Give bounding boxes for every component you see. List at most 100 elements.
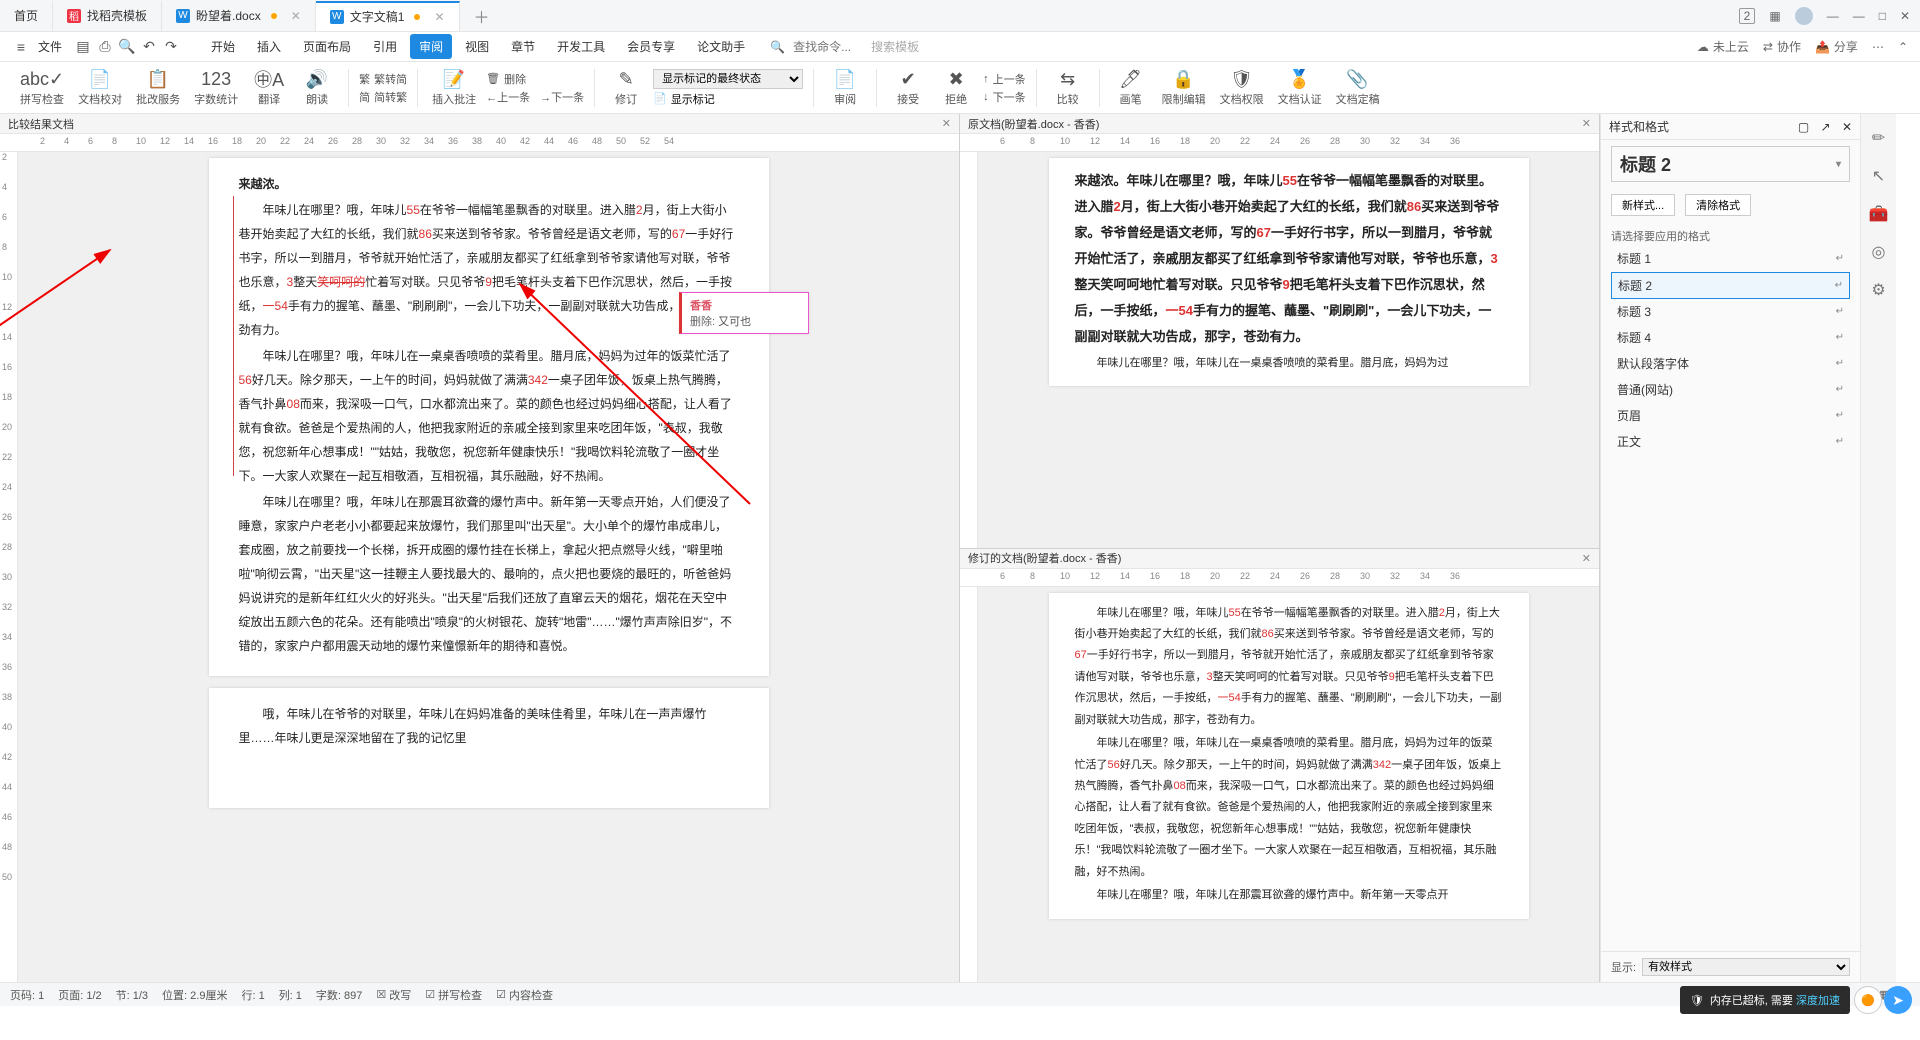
track-state-select[interactable]: 显示标记的最终状态 (653, 69, 803, 89)
current-style-display[interactable]: 标题 2 ▾ (1611, 146, 1850, 182)
menu-dev[interactable]: 开发工具 (548, 34, 614, 59)
pane-close-icon[interactable]: ✕ (1582, 552, 1591, 565)
rb-comment-next[interactable]: →下一条 (540, 89, 584, 105)
horizontal-ruler[interactable]: 681012141618202224262830323436 (960, 569, 1599, 587)
menu-section[interactable]: 章节 (502, 34, 544, 59)
compare-doc-scroll[interactable]: 来越浓。 年味儿在哪里？哦，年味儿55在爷爷一幅幅笔墨飘香的对联里。进入腊2月，… (18, 152, 959, 982)
status-track[interactable]: ☒改写 (376, 987, 411, 1003)
settings-icon[interactable]: ⚙ (1869, 280, 1889, 300)
rb-read[interactable]: 🔊朗读 (296, 68, 338, 107)
tab-close-icon[interactable]: ✕ (291, 9, 301, 23)
rb-pen[interactable]: 🖊画笔 (1110, 68, 1152, 107)
menu-thesis[interactable]: 论文助手 (688, 34, 754, 59)
undo-icon[interactable]: ↶ (140, 38, 158, 56)
toast-action-link[interactable]: 深度加速 (1796, 995, 1840, 1007)
status-section[interactable]: 节: 1/3 (116, 987, 148, 1003)
rb-accept[interactable]: ✔接受 (887, 68, 929, 107)
rb-compare[interactable]: ⇆比较 (1047, 68, 1089, 107)
close-window-icon[interactable]: ✕ (1900, 9, 1910, 23)
status-position[interactable]: 位置: 2.9厘米 (162, 987, 227, 1003)
style-item[interactable]: 普通(网站)↵ (1611, 377, 1850, 403)
grid-icon[interactable]: ▦ (1769, 9, 1780, 23)
style-item[interactable]: 页眉↵ (1611, 403, 1850, 429)
print-icon[interactable]: ⎙ (96, 38, 114, 56)
collab-button[interactable]: ⇄协作 (1763, 38, 1801, 55)
style-list[interactable]: 标题 1↵标题 2↵标题 3↵标题 4↵默认段落字体↵普通(网站)↵页眉↵正文↵ (1601, 246, 1860, 951)
menu-icon[interactable]: — (1827, 9, 1839, 23)
rb-doc-perm[interactable]: 🛡文档权限 (1216, 68, 1268, 107)
rb-translate[interactable]: ㊥A翻译 (248, 68, 290, 107)
revised-doc-scroll[interactable]: 年味儿在哪里？哦，年味儿55在爷爷一幅幅笔墨飘香的对联里。进入腊2月，街上大街小… (978, 587, 1599, 983)
share-button[interactable]: 📤分享 (1815, 38, 1858, 55)
display-filter-select[interactable]: 有效样式 (1642, 958, 1850, 976)
rb-trad-to-simp[interactable]: 简简转繁 (359, 89, 407, 105)
original-doc-scroll[interactable]: 来越浓。年味儿在哪里？哦，年味儿55在爷爷一幅幅笔墨飘香的对联里。进入腊2月，街… (978, 152, 1599, 548)
tab-new[interactable]: ＋ (460, 1, 504, 31)
clear-format-button[interactable]: 清除格式 (1685, 194, 1751, 216)
rb-doccheck[interactable]: 📄文档校对 (74, 68, 126, 107)
rb-comment-delete[interactable]: 🗑删除 (486, 71, 584, 87)
status-content[interactable]: ☑内容检查 (496, 987, 553, 1003)
vertical-ruler[interactable]: 2468101214161820222426283032343638404244… (0, 152, 18, 982)
maximize-icon[interactable]: □ (1879, 9, 1886, 23)
chevron-up-icon[interactable]: ⌃ (1898, 40, 1908, 54)
status-spell[interactable]: ☑拼写检查 (425, 987, 482, 1003)
rb-comment-prev[interactable]: ←上一条 (486, 89, 530, 105)
menu-insert[interactable]: 插入 (248, 34, 290, 59)
panel-task-icon[interactable]: ↗ (1821, 120, 1831, 134)
more-icon[interactable]: ⋯ (1872, 40, 1884, 54)
status-col[interactable]: 列: 1 (279, 987, 302, 1003)
rb-wordcount[interactable]: 123字数统计 (190, 68, 242, 107)
pane-close-icon[interactable]: ✕ (942, 117, 951, 130)
status-line[interactable]: 行: 1 (241, 987, 264, 1003)
memory-warning-toast[interactable]: 🛡 内存已超标, 需要 深度加速 (1680, 986, 1850, 1014)
vertical-ruler[interactable] (960, 587, 978, 983)
status-words[interactable]: 字数: 897 (316, 987, 362, 1003)
rb-restrict[interactable]: 🔒限制编辑 (1158, 68, 1210, 107)
user-avatar-icon[interactable] (1795, 7, 1813, 25)
panel-close-icon[interactable]: ✕ (1842, 120, 1852, 134)
app-logo-icon[interactable]: 🟠 (1854, 986, 1882, 1014)
command-search-input[interactable] (793, 40, 863, 54)
style-item[interactable]: 标题 3↵ (1611, 299, 1850, 325)
location-icon[interactable]: ◎ (1869, 242, 1889, 262)
rb-reject[interactable]: ✖拒绝 (935, 68, 977, 107)
rb-spellcheck[interactable]: abc✓拼写检查 (16, 68, 68, 107)
new-style-button[interactable]: 新样式... (1611, 194, 1675, 216)
template-search-link[interactable]: 搜索模板 (871, 38, 919, 55)
rb-approve[interactable]: 📋批改服务 (132, 68, 184, 107)
rb-simp-to-trad[interactable]: 繁繁转简 (359, 71, 407, 87)
rb-review-pane[interactable]: 📄审阅 (824, 68, 866, 107)
rb-change-next[interactable]: ↓下一条 (983, 89, 1026, 105)
tab-home[interactable]: 首页 (0, 1, 53, 31)
vertical-ruler[interactable] (960, 152, 978, 548)
horizontal-ruler[interactable]: 2468101214161820222426283032343638404244… (0, 134, 959, 152)
style-item[interactable]: 默认段落字体↵ (1611, 351, 1850, 377)
rb-track-changes[interactable]: ✎修订 (605, 68, 647, 107)
preview-icon[interactable]: 🔍 (118, 38, 136, 56)
redo-icon[interactable]: ↷ (162, 38, 180, 56)
menu-view[interactable]: 视图 (456, 34, 498, 59)
panel-options-icon[interactable]: ▢ (1798, 120, 1809, 134)
style-item[interactable]: 正文↵ (1611, 429, 1850, 455)
tab-doc2[interactable]: W 文字文稿1 ✕ (316, 1, 460, 31)
menu-file[interactable]: 文件 (38, 38, 62, 55)
show-marks-toggle[interactable]: 📄显示标记 (653, 91, 803, 107)
app-logo-icon[interactable]: ➤ (1884, 986, 1912, 1014)
hamburger-icon[interactable]: ≡ (12, 38, 30, 56)
revision-comment[interactable]: 香香 删除: 又可也 (679, 292, 809, 334)
menu-start[interactable]: 开始 (202, 34, 244, 59)
toolbox-icon[interactable]: 🧰 (1869, 204, 1889, 224)
rb-insert-comment[interactable]: 📝插入批注 (428, 68, 480, 107)
menu-review[interactable]: 审阅 (410, 34, 452, 59)
menu-reference[interactable]: 引用 (364, 34, 406, 59)
pane-close-icon[interactable]: ✕ (1582, 117, 1591, 130)
status-page[interactable]: 页面: 1/2 (58, 987, 101, 1003)
menu-layout[interactable]: 页面布局 (294, 34, 360, 59)
tab-close-icon[interactable]: ✕ (434, 10, 444, 24)
rb-change-prev[interactable]: ↑上一条 (983, 71, 1026, 87)
minimize-icon[interactable]: — (1853, 9, 1865, 23)
tab-templates[interactable]: 稻 找稻壳模板 (53, 1, 162, 31)
style-item[interactable]: 标题 2↵ (1611, 272, 1850, 299)
rb-doc-lock[interactable]: 📎文档定稿 (1332, 68, 1384, 107)
